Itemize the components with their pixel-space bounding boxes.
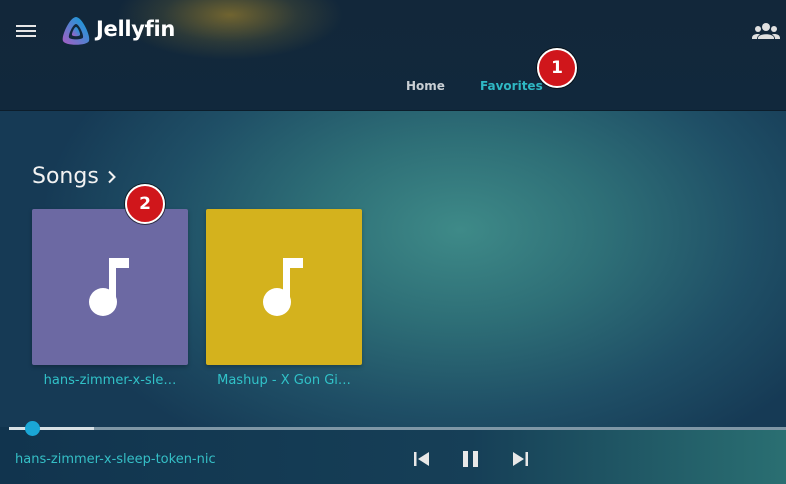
users-icon[interactable]	[752, 20, 780, 42]
music-note-icon	[263, 258, 303, 316]
app-header: Jellyfin Home Favorites	[0, 0, 786, 111]
seek-track[interactable]	[9, 427, 786, 430]
section-title: Songs	[32, 164, 99, 189]
jellyfin-logo-icon[interactable]	[59, 14, 93, 48]
seek-buffered	[9, 427, 95, 430]
song-card-1-title[interactable]: hans-zimmer-x-sle…	[32, 373, 188, 388]
section-songs-header[interactable]: Songs	[32, 164, 117, 189]
tab-favorites[interactable]: Favorites	[480, 79, 543, 93]
now-playing-title[interactable]: hans-zimmer-x-sleep-token-nic	[15, 452, 216, 467]
annotation-marker-2: 2	[125, 184, 165, 224]
chevron-right-icon	[108, 170, 116, 183]
pause-icon[interactable]	[460, 449, 482, 469]
skip-previous-icon[interactable]	[411, 449, 433, 469]
brand-name: Jellyfin	[96, 17, 176, 41]
skip-next-icon[interactable]	[509, 449, 531, 469]
hamburger-menu-icon[interactable]	[16, 22, 36, 40]
song-card-2[interactable]	[206, 209, 362, 365]
song-card-2-title[interactable]: Mashup - X Gon Gi…	[206, 373, 362, 388]
tab-home[interactable]: Home	[406, 79, 445, 93]
seek-slider-handle[interactable]	[24, 421, 40, 436]
annotation-marker-1: 1	[537, 48, 577, 88]
music-note-icon	[89, 258, 129, 316]
song-card-1[interactable]	[32, 209, 188, 365]
